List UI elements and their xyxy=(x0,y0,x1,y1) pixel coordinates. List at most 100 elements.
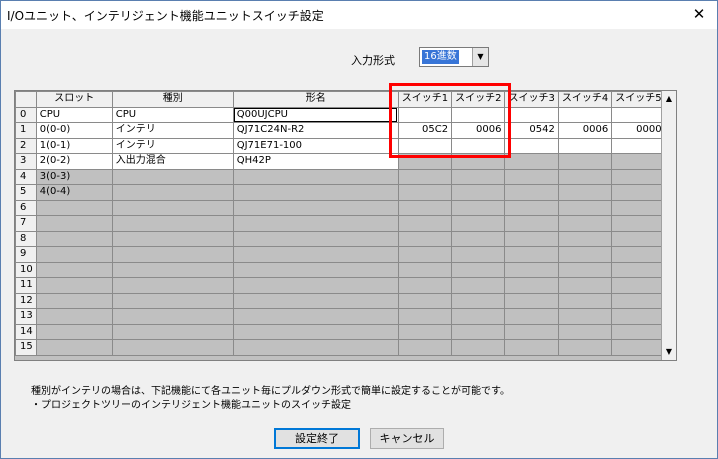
cell-model[interactable] xyxy=(232,308,399,325)
cell-switch2[interactable] xyxy=(451,339,506,356)
cell-switch2[interactable] xyxy=(451,261,506,278)
cell-type[interactable] xyxy=(111,339,234,356)
cell-switch4[interactable] xyxy=(557,106,613,123)
cell-slot[interactable] xyxy=(35,292,113,309)
cell-model[interactable] xyxy=(232,215,399,232)
cell-model[interactable] xyxy=(232,184,399,201)
cell-switch4[interactable] xyxy=(557,308,613,325)
cell-switch3[interactable] xyxy=(504,199,559,216)
cell-switch2[interactable] xyxy=(451,230,506,247)
cell-slot[interactable] xyxy=(35,215,113,232)
cell-switch1[interactable] xyxy=(397,323,453,340)
cell-switch3[interactable] xyxy=(504,292,559,309)
cell-switch5[interactable] xyxy=(611,230,666,247)
cell-model[interactable] xyxy=(232,168,399,185)
cell-switch4[interactable] xyxy=(557,246,613,263)
cell-model[interactable] xyxy=(232,292,399,309)
cell-slot[interactable] xyxy=(35,199,113,216)
cell-switch4[interactable] xyxy=(557,168,613,185)
cell-switch5[interactable] xyxy=(611,184,666,201)
cell-switch3[interactable] xyxy=(504,339,559,356)
cell-switch2[interactable] xyxy=(451,308,506,325)
cell-switch3[interactable] xyxy=(504,215,559,232)
cell-switch3[interactable] xyxy=(504,277,559,294)
cell-switch5[interactable] xyxy=(611,277,666,294)
cell-type[interactable] xyxy=(111,277,234,294)
cell-model[interactable] xyxy=(232,261,399,278)
cell-model[interactable] xyxy=(232,246,399,263)
cell-switch2[interactable] xyxy=(451,215,506,232)
cell-model[interactable] xyxy=(232,230,399,247)
cell-switch1[interactable] xyxy=(397,292,453,309)
cell-model[interactable] xyxy=(232,339,399,356)
cell-switch2[interactable] xyxy=(451,246,506,263)
cell-switch4[interactable] xyxy=(557,153,613,170)
cell-switch5[interactable] xyxy=(611,215,666,232)
cell-switch1[interactable] xyxy=(397,308,453,325)
cell-switch1[interactable] xyxy=(397,184,453,201)
cell-type[interactable]: インテリ xyxy=(111,137,234,154)
cell-type[interactable] xyxy=(111,261,234,278)
cell-switch5[interactable] xyxy=(611,261,666,278)
cell-switch3[interactable] xyxy=(504,168,559,185)
cell-switch4[interactable] xyxy=(557,323,613,340)
scroll-down-icon[interactable]: ▼ xyxy=(662,344,676,360)
cell-switch2[interactable] xyxy=(451,199,506,216)
cell-slot[interactable]: 1(0-1) xyxy=(35,137,113,154)
cell-switch5[interactable] xyxy=(611,106,666,123)
cell-switch5[interactable] xyxy=(611,153,666,170)
cell-type[interactable] xyxy=(111,215,234,232)
cell-slot[interactable]: CPU xyxy=(35,106,113,123)
cell-switch5[interactable] xyxy=(611,323,666,340)
cell-slot[interactable]: 2(0-2) xyxy=(35,153,113,170)
cell-switch4[interactable] xyxy=(557,277,613,294)
cell-switch1[interactable] xyxy=(397,168,453,185)
input-format-select[interactable]: 16進数 ▼ xyxy=(419,47,489,67)
cell-switch3[interactable] xyxy=(504,153,559,170)
cell-switch3[interactable] xyxy=(504,106,559,123)
cell-switch1[interactable] xyxy=(397,339,453,356)
cell-slot[interactable] xyxy=(35,230,113,247)
cell-switch5[interactable] xyxy=(611,168,666,185)
cell-switch5[interactable] xyxy=(611,199,666,216)
cell-switch5[interactable] xyxy=(611,292,666,309)
cell-slot[interactable]: 4(0-4) xyxy=(35,184,113,201)
cell-switch3[interactable] xyxy=(504,323,559,340)
finish-settings-button[interactable]: 設定終了 xyxy=(274,428,360,449)
cell-switch5[interactable] xyxy=(611,308,666,325)
cell-model[interactable]: QJ71C24N-R2 xyxy=(232,122,399,139)
cell-switch5[interactable] xyxy=(611,339,666,356)
cell-switch2[interactable] xyxy=(451,277,506,294)
cell-switch2[interactable] xyxy=(451,323,506,340)
cell-slot[interactable] xyxy=(35,308,113,325)
cell-switch2[interactable] xyxy=(451,168,506,185)
cell-switch1[interactable] xyxy=(397,246,453,263)
cell-switch4[interactable] xyxy=(557,292,613,309)
cell-switch5[interactable] xyxy=(611,137,666,154)
cell-switch3[interactable] xyxy=(504,230,559,247)
cell-type[interactable]: 入出力混合 xyxy=(111,153,234,170)
cell-slot[interactable] xyxy=(35,339,113,356)
cell-slot[interactable] xyxy=(35,323,113,340)
cell-model[interactable] xyxy=(232,323,399,340)
cell-type[interactable] xyxy=(111,323,234,340)
cell-switch4[interactable] xyxy=(557,199,613,216)
cancel-button[interactable]: キャンセル xyxy=(370,428,444,449)
cell-switch3[interactable] xyxy=(504,246,559,263)
cell-switch1[interactable] xyxy=(397,215,453,232)
cell-switch3[interactable] xyxy=(504,308,559,325)
cell-switch2[interactable] xyxy=(451,184,506,201)
cell-slot[interactable] xyxy=(35,246,113,263)
cell-model[interactable] xyxy=(232,277,399,294)
cell-type[interactable]: インテリ xyxy=(111,122,234,139)
cell-switch4[interactable] xyxy=(557,184,613,201)
cell-type[interactable] xyxy=(111,230,234,247)
close-icon[interactable]: ✕ xyxy=(687,3,711,25)
cell-switch1[interactable] xyxy=(397,277,453,294)
cell-slot[interactable] xyxy=(35,261,113,278)
cell-switch3[interactable] xyxy=(504,137,559,154)
cell-type[interactable]: CPU xyxy=(111,106,234,123)
cell-switch3[interactable] xyxy=(504,184,559,201)
cell-switch4[interactable] xyxy=(557,215,613,232)
cell-type[interactable] xyxy=(111,292,234,309)
